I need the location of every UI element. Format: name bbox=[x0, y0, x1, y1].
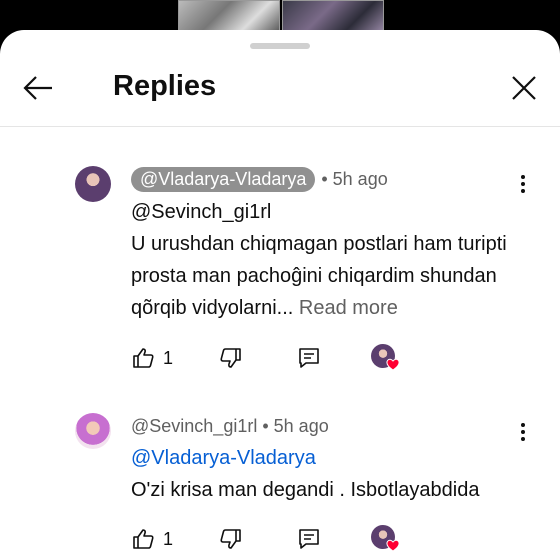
reply-button[interactable] bbox=[297, 346, 321, 375]
heart-icon bbox=[386, 539, 400, 552]
comment-actions: 1 bbox=[131, 344, 531, 375]
creator-heart bbox=[371, 525, 401, 555]
thumbs-down-icon bbox=[220, 529, 241, 549]
comment-icon bbox=[299, 348, 319, 368]
comment-icon bbox=[299, 529, 319, 549]
comment-actions: 1 bbox=[131, 525, 531, 556]
comment-time: • 5h ago bbox=[262, 416, 329, 436]
like-count: 1 bbox=[163, 348, 174, 368]
close-button[interactable] bbox=[510, 74, 538, 102]
thumbs-up-icon bbox=[133, 348, 154, 368]
like-button[interactable]: 1 bbox=[131, 346, 173, 375]
page-title: Replies bbox=[113, 70, 217, 102]
avatar[interactable] bbox=[75, 413, 111, 449]
reply-mention[interactable]: @Sevinch_gi1rl bbox=[131, 196, 531, 228]
comment-text: @Vladarya-Vladarya O'zi krisa man degand… bbox=[131, 442, 531, 506]
more-button[interactable] bbox=[516, 421, 530, 443]
thumbs-up-icon bbox=[133, 529, 154, 549]
author-name[interactable]: @Sevinch_gi1rl bbox=[131, 416, 257, 436]
back-button[interactable] bbox=[22, 74, 54, 102]
close-icon bbox=[512, 76, 536, 100]
like-count: 1 bbox=[163, 529, 174, 549]
comment-meta: @Vladarya-Vladarya • 5h ago bbox=[131, 167, 388, 192]
reply-button[interactable] bbox=[297, 527, 321, 556]
comment-text: @Sevinch_gi1rl U urushdan chiqmagan post… bbox=[131, 196, 531, 324]
comment-body: O'zi krisa man degandi . Isbotlayabdida bbox=[131, 479, 480, 501]
like-button[interactable]: 1 bbox=[131, 527, 173, 556]
avatar[interactable] bbox=[75, 166, 111, 202]
arrow-left-icon bbox=[23, 76, 52, 100]
replies-sheet: Replies @Vladarya-Vladarya • 5h ago @Sevi… bbox=[0, 30, 560, 560]
video-thumbnail bbox=[178, 0, 280, 34]
video-thumbnail bbox=[282, 0, 384, 34]
more-button[interactable] bbox=[516, 173, 530, 195]
replies-header: Replies bbox=[0, 30, 560, 127]
thumbs-down-icon bbox=[220, 348, 241, 368]
creator-heart bbox=[371, 344, 401, 374]
dislike-button[interactable] bbox=[219, 346, 243, 375]
author-name[interactable]: @Vladarya-Vladarya bbox=[131, 167, 316, 192]
reply-mention[interactable]: @Vladarya-Vladarya bbox=[131, 442, 531, 474]
heart-icon bbox=[386, 358, 400, 371]
read-more-link[interactable]: Read more bbox=[299, 297, 398, 319]
comment-meta: @Sevinch_gi1rl • 5h ago bbox=[131, 416, 329, 437]
comment-time: • 5h ago bbox=[321, 169, 388, 189]
dislike-button[interactable] bbox=[219, 527, 243, 556]
